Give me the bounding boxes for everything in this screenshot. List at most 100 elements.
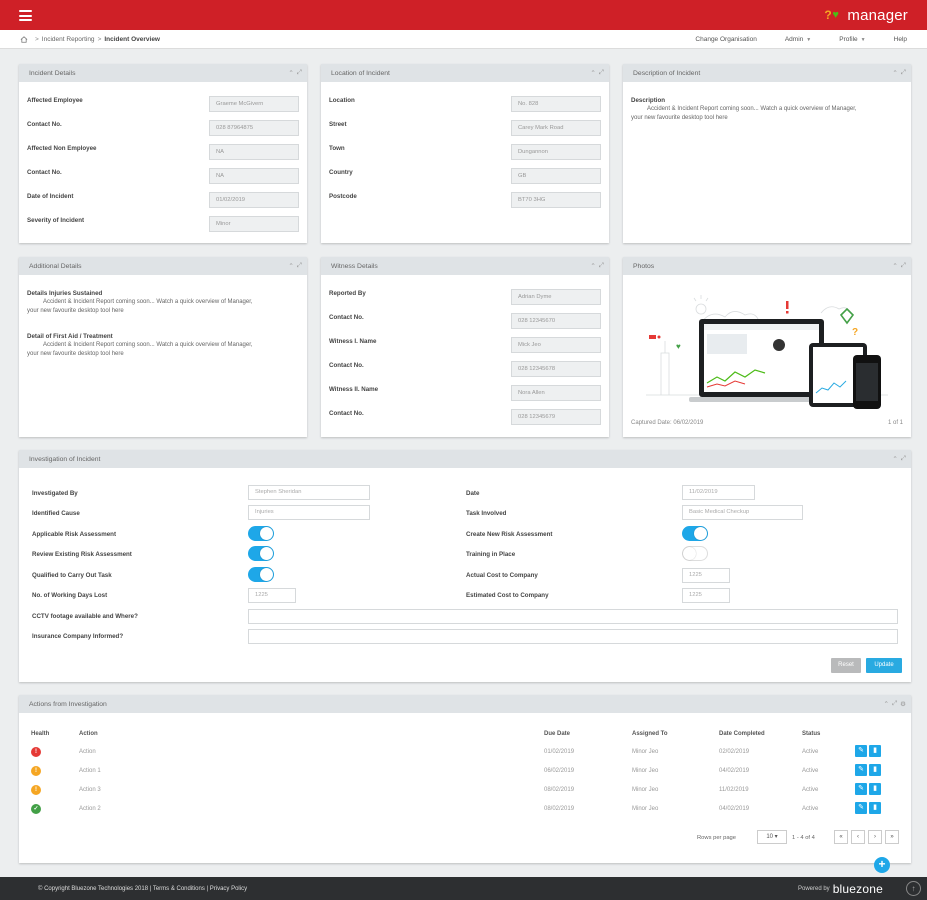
estimated-cost-input[interactable]: 1225 [682,588,730,603]
due-date-cell: 01/02/2019 [544,749,575,755]
witness-1-contact-field[interactable]: 028 12345678 [511,361,601,377]
update-button[interactable]: Update [866,658,902,673]
edit-icon[interactable]: ✎ [855,764,867,776]
qualified-toggle[interactable] [248,567,274,582]
investigated-by-input[interactable]: Stephen Sheridan [248,485,370,500]
edit-icon[interactable]: ✎ [855,802,867,814]
reset-button[interactable]: Reset [831,658,861,673]
actual-cost-input[interactable]: 1225 [682,568,730,583]
next-page-icon[interactable]: › [868,830,882,844]
expand-icon[interactable]: ⤢ [901,69,906,77]
app-logo[interactable]: ? ♥ manager [824,6,908,24]
street-field[interactable]: Carey Mark Road [511,120,601,136]
town-field[interactable]: Dungannon [511,144,601,160]
panel-header: Incident Details ⌃ ⤢ [19,64,307,82]
description-panel: Description of Incident ⌃ ⤢ Description A… [623,64,911,243]
reporter-contact-field[interactable]: 028 12345670 [511,313,601,329]
collapse-icon[interactable]: ⌃ [590,262,595,270]
additional-details-panel: Additional Details ⌃ ⤢ Details Injuries S… [19,257,307,437]
edit-icon[interactable]: ✎ [855,783,867,795]
expand-icon[interactable]: ⤢ [599,262,604,270]
prev-page-icon[interactable]: ‹ [851,830,865,844]
health-status-icon: ! [31,747,41,757]
cctv-input[interactable] [248,609,898,624]
scroll-top-icon[interactable]: ↑ [906,881,921,896]
help-link[interactable]: Help [894,36,907,43]
toggle-knob [260,527,273,540]
days-lost-input[interactable]: 1225 [248,588,296,603]
field-label: Contact No. [329,314,364,321]
collapse-icon[interactable]: ⌃ [892,69,897,77]
rows-per-page-select[interactable]: 10 ▾ [757,830,787,844]
first-aid-line: your new favourite desktop tool here [27,350,124,357]
field-label: Review Existing Risk Assessment [32,551,132,558]
expand-icon[interactable]: ⤢ [901,455,906,463]
training-toggle[interactable] [682,546,708,561]
collapse-icon[interactable]: ⌃ [892,455,897,463]
witness-panel: Witness Details ⌃ ⤢ Reported By Adrian Dy… [321,257,609,437]
field-label: Postcode [329,193,357,200]
expand-icon[interactable]: ⤢ [901,262,906,270]
admin-menu[interactable]: Admin ▼ [785,36,811,43]
postcode-field[interactable]: BT70 3HG [511,192,601,208]
logo-mark-icon: ? ♥ [824,8,839,22]
top-bar: ? ♥ manager [0,0,927,30]
date-of-incident-field[interactable]: 01/02/2019 [209,192,299,208]
collapse-icon[interactable]: ⌃ [884,700,889,708]
delete-icon[interactable]: ▮ [869,764,881,776]
profile-menu[interactable]: Profile ▼ [839,36,865,43]
last-page-icon[interactable]: » [885,830,899,844]
change-organisation-link[interactable]: Change Organisation [695,36,756,43]
collapse-icon[interactable]: ⌃ [590,69,595,77]
delete-icon[interactable]: ▮ [869,745,881,757]
witness-1-name-field[interactable]: Mick Jeo [511,337,601,353]
field-label: Qualified to Carry Out Task [32,572,112,579]
reported-by-field[interactable]: Adrian Dyme [511,289,601,305]
panel-title: Photos [633,262,655,270]
collapse-icon[interactable]: ⌃ [892,262,897,270]
settings-icon[interactable]: ⚙ [900,700,906,708]
powered-by: Powered by bluezone [798,882,883,896]
location-field[interactable]: No. 828 [511,96,601,112]
identified-cause-input[interactable]: Injuries [248,505,370,520]
non-employee-contact-field[interactable]: NA [209,168,299,184]
column-header-completed: Date Completed [719,731,765,737]
incident-details-panel: Incident Details ⌃ ⤢ Affected Employee Gr… [19,64,307,243]
applicable-risk-toggle[interactable] [248,526,274,541]
delete-icon[interactable]: ▮ [869,802,881,814]
first-aid-line: Accident & Incident Report coming soon..… [43,342,253,348]
breadcrumb-item[interactable]: Incident Reporting [42,36,95,43]
expand-icon[interactable]: ⤢ [297,69,302,77]
contact-field[interactable]: 028 87964875 [209,120,299,136]
field-label: Create New Risk Assessment [466,531,553,538]
review-risk-toggle[interactable] [248,546,274,561]
breadcrumb-separator: > [35,36,39,43]
expand-icon[interactable]: ⤢ [599,69,604,77]
hamburger-icon[interactable] [19,10,32,21]
delete-icon[interactable]: ▮ [869,783,881,795]
create-risk-toggle[interactable] [682,526,708,541]
collapse-icon[interactable]: ⌃ [288,262,293,270]
field-label: Identified Cause [32,510,80,517]
panel-title: Description of Incident [633,69,701,77]
severity-field[interactable]: Minor [209,216,299,232]
first-page-icon[interactable]: « [834,830,848,844]
non-employee-field[interactable]: NA [209,144,299,160]
rows-per-page-value: 10 [766,834,773,840]
column-header-assigned: Assigned To [632,731,668,737]
collapse-icon[interactable]: ⌃ [288,69,293,77]
affected-employee-field[interactable]: Graeme McGivern [209,96,299,112]
incident-photo[interactable]: ♥ ? [641,283,893,411]
insurance-input[interactable] [248,629,898,644]
home-icon[interactable] [20,36,28,43]
expand-icon[interactable]: ⤢ [297,262,302,270]
task-input[interactable]: Basic Medical Checkup [682,505,803,520]
country-field[interactable]: GB [511,168,601,184]
witness-2-name-field[interactable]: Nora Allen [511,385,601,401]
witness-2-contact-field[interactable]: 028 12345679 [511,409,601,425]
add-action-button[interactable]: + [874,857,890,873]
edit-icon[interactable]: ✎ [855,745,867,757]
date-input[interactable]: 11/02/2019 [682,485,755,500]
expand-icon[interactable]: ⤢ [892,700,897,708]
column-header-health: Health [31,731,50,737]
